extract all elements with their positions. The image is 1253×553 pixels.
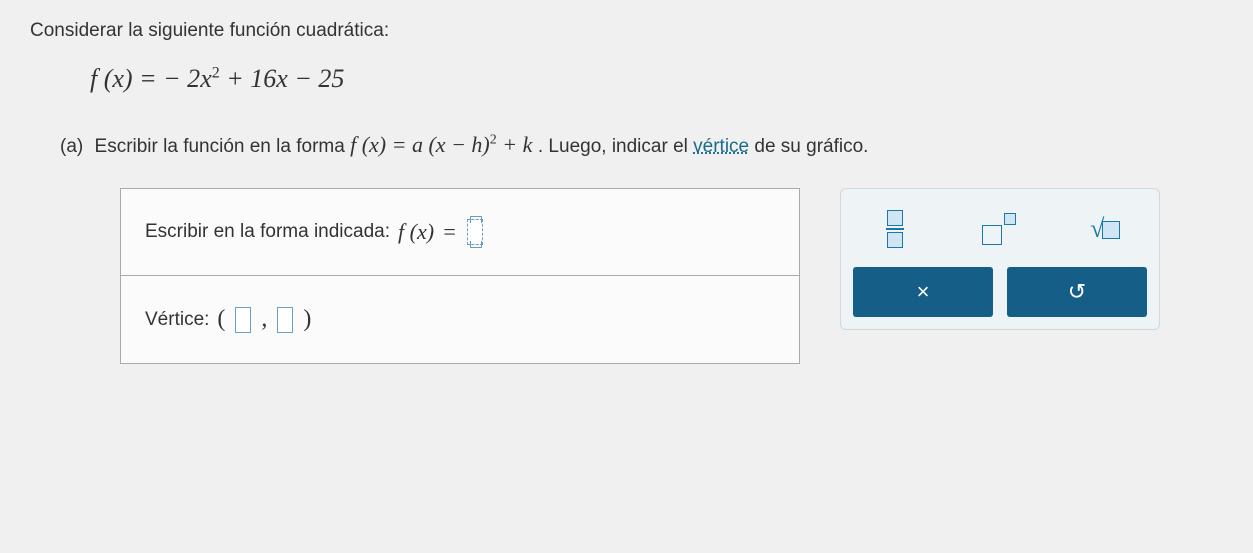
eq-const: − 25 bbox=[288, 64, 345, 93]
row1-eq: = bbox=[442, 219, 457, 245]
vf-k: k bbox=[523, 132, 533, 157]
vf-plus: + bbox=[497, 132, 523, 157]
eq-lhs: f (x) bbox=[90, 64, 133, 93]
paren-open: ( bbox=[217, 306, 225, 333]
close-icon: × bbox=[917, 279, 930, 305]
input-vertex-x[interactable] bbox=[235, 307, 251, 333]
clear-button[interactable]: × bbox=[853, 267, 993, 317]
row1-fx: f (x) bbox=[398, 219, 434, 245]
sqrt-button[interactable]: √ bbox=[1075, 207, 1135, 251]
intro-text: Considerar la siguiente función cuadráti… bbox=[30, 20, 1223, 42]
vf-close: ) bbox=[482, 132, 489, 157]
input-vertex-form[interactable] bbox=[467, 219, 483, 245]
reset-icon: ↺ bbox=[1068, 279, 1086, 305]
answer-area: Escribir en la forma indicada: f (x) = V… bbox=[120, 188, 1223, 364]
eq-x1: x bbox=[200, 64, 212, 93]
answer-table: Escribir en la forma indicada: f (x) = V… bbox=[120, 188, 800, 364]
row-form: Escribir en la forma indicada: f (x) = bbox=[121, 189, 799, 276]
vf-x: x bbox=[436, 132, 446, 157]
row-vertex: Vértice: ( , ) bbox=[121, 276, 799, 363]
eq-equals: = bbox=[139, 64, 163, 93]
row1-label: Escribir en la forma indicada: bbox=[145, 221, 390, 243]
vf-minus: − bbox=[446, 132, 472, 157]
fraction-icon bbox=[886, 210, 904, 248]
vf-lhs: f (x) bbox=[350, 132, 386, 157]
eq-exp: 2 bbox=[212, 64, 220, 81]
vf-h: h bbox=[471, 132, 482, 157]
math-keypad: √ × ↺ bbox=[840, 188, 1160, 330]
paren-close: ) bbox=[303, 306, 311, 333]
part-a-label: (a) bbox=[60, 136, 83, 157]
question-post2: de su gráfico. bbox=[749, 136, 868, 157]
question-pre: Escribir la función en la forma bbox=[95, 136, 351, 157]
sqrt-icon: √ bbox=[1090, 214, 1120, 244]
main-equation: f (x) = − 2x2 + 16x − 25 bbox=[90, 64, 1223, 94]
comma: , bbox=[261, 306, 267, 333]
power-icon bbox=[982, 213, 1018, 245]
eq-coef-a: − 2 bbox=[163, 64, 200, 93]
vertex-link[interactable]: vértice bbox=[693, 136, 749, 157]
fraction-button[interactable] bbox=[865, 207, 925, 251]
vf-a: a bbox=[412, 132, 423, 157]
vf-exp: 2 bbox=[490, 133, 497, 148]
question-a: (a) Escribir la función en la forma f (x… bbox=[60, 132, 1223, 158]
question-post1: . Luego, indicar el bbox=[538, 136, 693, 157]
keypad-row-symbols: √ bbox=[853, 201, 1147, 267]
eq-x2: x bbox=[276, 64, 288, 93]
eq-coef-b: + 16 bbox=[220, 64, 277, 93]
input-vertex-y[interactable] bbox=[277, 307, 293, 333]
keypad-row-actions: × ↺ bbox=[853, 267, 1147, 317]
reset-button[interactable]: ↺ bbox=[1007, 267, 1147, 317]
vf-open: ( bbox=[428, 132, 435, 157]
power-button[interactable] bbox=[970, 207, 1030, 251]
row2-label: Vértice: bbox=[145, 309, 209, 331]
vertex-form-math: f (x) = a (x − h)2 + k bbox=[350, 132, 538, 157]
